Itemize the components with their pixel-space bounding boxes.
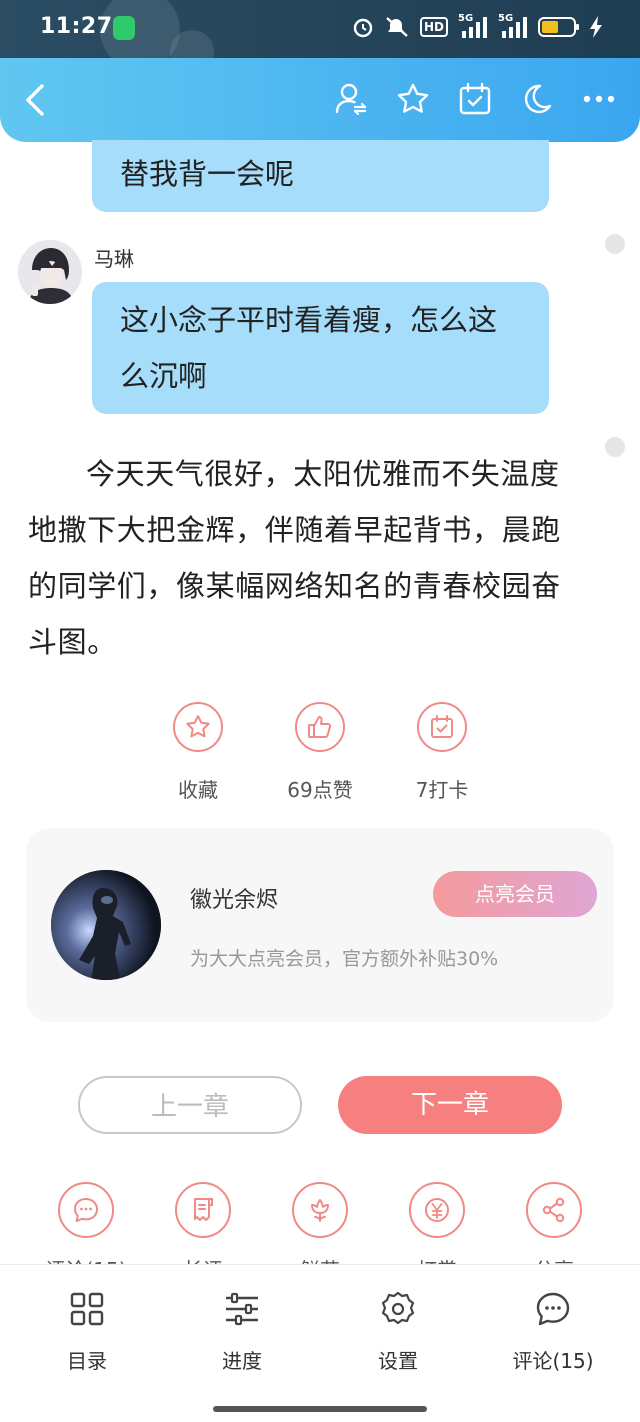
share-icon[interactable] [526, 1182, 582, 1238]
avatar [18, 240, 82, 304]
star-icon[interactable] [394, 80, 432, 118]
network-label: 5G [498, 13, 514, 24]
author-switch-icon[interactable] [332, 80, 370, 118]
yen-icon[interactable] [409, 1182, 465, 1238]
reader-header [0, 58, 640, 142]
speaker-name: 马琳 [94, 247, 134, 271]
network-label: 5G [458, 13, 474, 24]
tab-comments[interactable]: 评论(15) [498, 1289, 608, 1374]
activate-membership-button[interactable]: 点亮会员 [433, 871, 597, 917]
favorite-label: 收藏 [178, 778, 218, 802]
story-paragraph: 今天天气很好，太阳优雅而不失温度地撒下大把金辉，伴随着早起背书，晨跑的同学们，像… [28, 457, 561, 659]
calendar-check-icon [417, 702, 467, 752]
back-icon[interactable] [20, 82, 54, 118]
signal-5g-icon: 5G [458, 13, 488, 40]
header-actions [332, 80, 618, 118]
grid-icon [67, 1289, 107, 1329]
status-bar: 11:27 HD 5G 5G [0, 0, 640, 74]
like-action[interactable]: 69点赞 [280, 702, 360, 803]
more-icon[interactable] [580, 80, 618, 118]
checkin-action[interactable]: 7打卡 [402, 702, 482, 803]
tab-label: 设置 [378, 1349, 418, 1373]
avatar [51, 870, 161, 980]
wechat-pay-icon [113, 16, 135, 40]
hd-icon: HD [419, 14, 448, 40]
tab-catalog[interactable]: 目录 [32, 1289, 142, 1374]
signal-5g-icon: 5G [498, 13, 528, 40]
member-subtitle: 为大大点亮会员，官方额外补贴30% [190, 948, 499, 970]
alarm-icon [352, 14, 374, 40]
paragraph-comment-dot[interactable] [605, 437, 625, 457]
checkin-calendar-icon[interactable] [456, 80, 494, 118]
scroll-icon[interactable] [175, 1182, 231, 1238]
mute-icon [384, 14, 410, 40]
battery-icon [538, 14, 580, 40]
tab-settings[interactable]: 设置 [343, 1289, 453, 1374]
favorite-action[interactable]: 收藏 [158, 702, 238, 803]
status-time: 11:27 [40, 14, 113, 39]
tab-label: 评论(15) [512, 1349, 594, 1373]
night-mode-icon[interactable] [518, 80, 556, 118]
gear-icon [378, 1289, 418, 1329]
checkin-count-label: 7打卡 [415, 778, 469, 802]
thumbs-up-icon [295, 702, 345, 752]
bottom-toolbar: 目录 进度 设置 评论(15) [0, 1264, 640, 1422]
chat-bubble-speaker: 这小念子平时看着瘦，怎么这么沉啊 [92, 282, 549, 414]
tab-progress[interactable]: 进度 [187, 1289, 297, 1374]
member-username: 徽光余烬 [190, 888, 279, 913]
sliders-icon [222, 1289, 262, 1329]
chat-bubble-previous: 替我背一会呢 [92, 140, 549, 212]
like-count-label: 69点赞 [287, 778, 353, 802]
charging-icon [590, 14, 602, 40]
flower-icon[interactable] [292, 1182, 348, 1238]
previous-chapter-button[interactable]: 上一章 [78, 1076, 302, 1134]
comment-icon [533, 1289, 573, 1329]
star-icon [173, 702, 223, 752]
home-indicator[interactable] [213, 1406, 427, 1412]
status-icons: HD 5G 5G [352, 13, 602, 40]
hd-label: HD [419, 17, 448, 37]
paragraph-comment-dot[interactable] [605, 234, 625, 254]
next-chapter-button[interactable]: 下一章 [338, 1076, 562, 1134]
tab-label: 进度 [222, 1349, 262, 1373]
comment-icon[interactable] [58, 1182, 114, 1238]
tab-label: 目录 [67, 1349, 107, 1373]
member-card: 徽光余烬 点亮会员 为大大点亮会员，官方额外补贴30% [26, 828, 614, 1022]
